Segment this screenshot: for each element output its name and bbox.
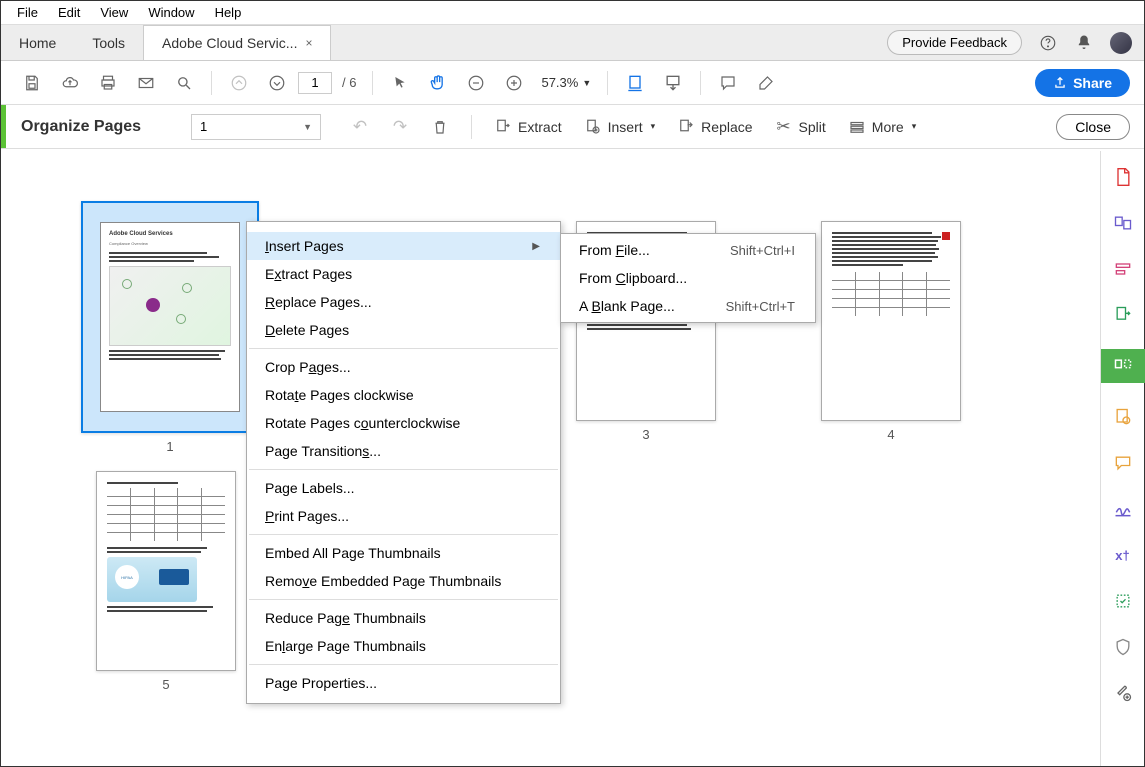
rail-chat-icon[interactable] [1111, 451, 1135, 475]
ctx-replace-pages[interactable]: Replace Pages... [247, 288, 560, 316]
provide-feedback-button[interactable]: Provide Feedback [887, 30, 1022, 55]
rail-redact-icon[interactable]: x† [1111, 543, 1135, 567]
tab-home[interactable]: Home [1, 25, 74, 60]
main-toolbar: / 6 57.3%▼ Share [1, 61, 1144, 105]
user-avatar[interactable] [1110, 32, 1132, 54]
menu-file[interactable]: File [7, 3, 48, 22]
ctx-enlarge[interactable]: Enlarge Page Thumbnails [247, 632, 560, 660]
zoom-level-dropdown[interactable]: 57.3%▼ [535, 75, 597, 90]
zoom-in-icon[interactable] [497, 66, 531, 100]
thumbnail-1[interactable]: Adobe Cloud Services Compliance Overview… [81, 201, 259, 454]
organize-title: Organize Pages [21, 118, 141, 136]
right-tools-rail: x† [1100, 151, 1144, 766]
rail-comment-icon[interactable] [1111, 405, 1135, 429]
organize-accent [1, 105, 6, 148]
ctx-remove-embed[interactable]: Remove Embedded Page Thumbnails [247, 567, 560, 595]
tab-tools[interactable]: Tools [74, 25, 143, 60]
email-icon[interactable] [129, 66, 163, 100]
page-number-input[interactable] [298, 72, 332, 94]
ctx-delete-pages[interactable]: Delete Pages [247, 316, 560, 344]
search-icon[interactable] [167, 66, 201, 100]
save-icon[interactable] [15, 66, 49, 100]
replace-button[interactable]: Replace [671, 118, 758, 136]
rail-create-pdf-icon[interactable] [1111, 165, 1135, 189]
ctx-rotate-cw[interactable]: Rotate Pages clockwise [247, 381, 560, 409]
delete-button[interactable] [425, 118, 455, 136]
ctx-print[interactable]: Print Pages... [247, 502, 560, 530]
tab-close-icon[interactable]: × [305, 36, 312, 50]
rotate-cw-button[interactable]: ↷ [385, 118, 415, 136]
submenu-from-clipboard[interactable]: From Clipboard... [561, 264, 815, 292]
thumbnail-5[interactable]: HIPAA 5 [96, 471, 236, 692]
rail-combine-icon[interactable] [1111, 211, 1135, 235]
tab-bar: Home Tools Adobe Cloud Servic... × Provi… [1, 25, 1144, 61]
share-button[interactable]: Share [1035, 69, 1130, 97]
from-file-shortcut: Shift+Ctrl+I [730, 243, 795, 258]
more-label: More [872, 119, 904, 135]
thumbnail-4-label: 4 [821, 427, 961, 442]
ctx-embed[interactable]: Embed All Page Thumbnails [247, 539, 560, 567]
menu-edit[interactable]: Edit [48, 3, 90, 22]
tab-document[interactable]: Adobe Cloud Servic... × [143, 25, 331, 60]
menu-window[interactable]: Window [138, 3, 204, 22]
notifications-icon[interactable] [1074, 33, 1094, 53]
rotate-ccw-button[interactable]: ↶ [345, 118, 375, 136]
zoom-value: 57.3% [541, 75, 578, 90]
rail-edit-icon[interactable] [1111, 257, 1135, 281]
ctx-crop-pages[interactable]: Crop Pages... [247, 353, 560, 381]
blank-page-shortcut: Shift+Ctrl+T [726, 299, 795, 314]
split-label: Split [799, 119, 826, 135]
cloud-upload-icon[interactable] [53, 66, 87, 100]
ctx-rotate-ccw[interactable]: Rotate Pages counterclockwise [247, 409, 560, 437]
replace-label: Replace [701, 119, 752, 135]
menu-view[interactable]: View [90, 3, 138, 22]
menu-bar: File Edit View Window Help [1, 1, 1144, 25]
ctx-properties[interactable]: Page Properties... [247, 669, 560, 697]
rail-organize-icon[interactable] [1101, 349, 1145, 383]
rail-more-tools-icon[interactable] [1111, 681, 1135, 705]
tab-document-label: Adobe Cloud Servic... [162, 35, 297, 51]
extract-label: Extract [518, 119, 562, 135]
rail-export-icon[interactable] [1111, 303, 1135, 327]
extract-button[interactable]: Extract [488, 118, 568, 136]
menu-help[interactable]: Help [205, 3, 252, 22]
rail-protect-icon[interactable] [1111, 635, 1135, 659]
page-total-label: / 6 [342, 75, 356, 90]
context-menu: Insert Pages ▶ Extract Pages Replace Pag… [246, 221, 561, 704]
rail-optimize-icon[interactable] [1111, 589, 1135, 613]
thumbnail-3-label: 3 [576, 427, 716, 442]
share-label: Share [1073, 75, 1112, 91]
submenu-blank-page[interactable]: A Blank Page... Shift+Ctrl+T [561, 292, 815, 320]
page-down-icon[interactable] [260, 66, 294, 100]
submenu-from-file[interactable]: From File... Shift+Ctrl+I [561, 236, 815, 264]
page-select-value: 1 [200, 119, 207, 134]
hand-tool-icon[interactable] [421, 66, 455, 100]
ctx-labels[interactable]: Page Labels... [247, 474, 560, 502]
select-tool-icon[interactable] [383, 66, 417, 100]
help-icon[interactable] [1038, 33, 1058, 53]
close-button[interactable]: Close [1056, 114, 1130, 140]
ctx-reduce[interactable]: Reduce Page Thumbnails [247, 604, 560, 632]
insert-submenu: From File... Shift+Ctrl+I From Clipboard… [560, 233, 816, 323]
more-button[interactable]: More▾ [842, 118, 922, 136]
thumbnail-5-label: 5 [96, 677, 236, 692]
page-select-dropdown[interactable]: 1 ▼ [191, 114, 321, 140]
split-button[interactable]: ✂Split [769, 118, 832, 136]
thumbnail-4[interactable]: 4 [821, 221, 961, 442]
ctx-insert-pages[interactable]: Insert Pages ▶ [247, 232, 560, 260]
rail-sign-icon[interactable] [1111, 497, 1135, 521]
comment-icon[interactable] [711, 66, 745, 100]
insert-button[interactable]: Insert▾ [578, 118, 662, 136]
page-up-icon[interactable] [222, 66, 256, 100]
thumbnail-1-label: 1 [81, 439, 259, 454]
insert-label: Insert [608, 119, 643, 135]
ctx-transitions[interactable]: Page Transitions... [247, 437, 560, 465]
fit-width-icon[interactable] [618, 66, 652, 100]
zoom-out-icon[interactable] [459, 66, 493, 100]
print-icon[interactable] [91, 66, 125, 100]
highlight-icon[interactable] [749, 66, 783, 100]
ctx-extract-pages[interactable]: Extract Pages [247, 260, 560, 288]
organize-toolbar: Organize Pages 1 ▼ ↶ ↷ Extract Insert▾ R… [1, 105, 1144, 149]
fit-page-icon[interactable] [656, 66, 690, 100]
